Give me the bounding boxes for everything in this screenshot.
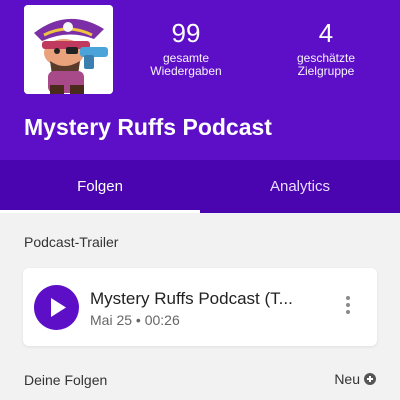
play-button[interactable] [34, 285, 79, 330]
your-episodes-label: Deine Folgen [24, 372, 108, 388]
more-options-icon[interactable] [339, 296, 357, 318]
estimated-audience-label: geschätzte Zielgruppe [296, 51, 356, 78]
podcast-title: Mystery Ruffs Podcast [24, 114, 272, 140]
episode-meta: Mai 25 • 00:26 [90, 312, 180, 328]
tab-analytics-label: Analytics [269, 178, 331, 195]
pirate-character-image [24, 5, 113, 94]
estimated-audience-value: 4 [318, 18, 334, 48]
total-plays-stat: 99 gesamte Wiedergaben [136, 18, 236, 78]
add-circle-icon [364, 373, 376, 385]
total-plays-value: 99 [171, 18, 201, 48]
trailer-section-label: Podcast-Trailer [24, 234, 119, 250]
total-plays-label: gesamte Wiedergaben [150, 51, 222, 78]
podcast-header: 99 gesamte Wiedergaben 4 geschätzte Ziel… [0, 0, 400, 160]
episode-title: Mystery Ruffs Podcast (T... [90, 289, 293, 308]
trailer-episode-card[interactable]: Mystery Ruffs Podcast (T... Mai 25 • 00:… [23, 268, 377, 346]
estimated-audience-stat: 4 geschätzte Zielgruppe [276, 18, 376, 78]
active-tab-indicator [0, 210, 200, 213]
tab-episodes-label: Folgen [77, 178, 123, 195]
tab-analytics[interactable]: Analytics [200, 160, 400, 213]
new-episode-label: Neu [334, 371, 360, 387]
podcast-cover-art[interactable] [24, 5, 113, 94]
tab-episodes[interactable]: Folgen [0, 160, 200, 213]
new-episode-button[interactable]: Neu [334, 371, 376, 387]
play-icon [51, 298, 66, 317]
tab-bar: Folgen Analytics [0, 160, 400, 213]
